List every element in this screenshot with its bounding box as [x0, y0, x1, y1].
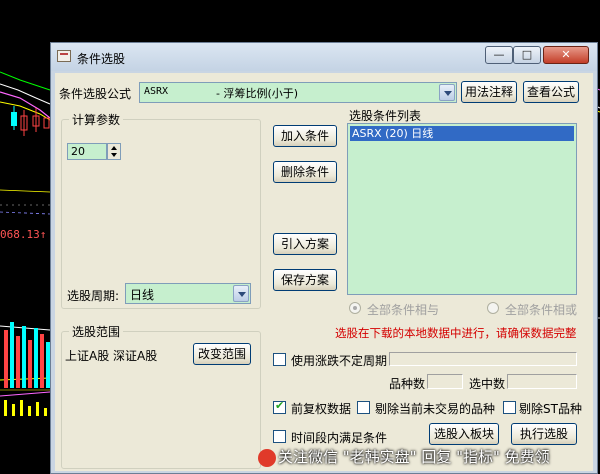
selected-field [507, 374, 577, 389]
maximize-button[interactable]: □ [513, 46, 541, 64]
save-plan-button[interactable]: 保存方案 [273, 269, 337, 291]
condition-list[interactable]: ASRX (20) 日线 [347, 123, 577, 295]
limit-period-field [389, 352, 577, 366]
usage-notes-button[interactable]: 用法注释 [461, 81, 517, 103]
import-plan-button[interactable]: 引入方案 [273, 233, 337, 255]
data-notice: 选股在下载的本地数据中进行，请确保数据完整 [335, 326, 577, 340]
spin-down-icon[interactable] [111, 153, 117, 157]
count-field [427, 374, 463, 389]
formula-combo[interactable]: ASRX - 浮筹比例(小于) [139, 82, 457, 103]
count-label: 品种数 [389, 377, 426, 391]
radio-or[interactable] [487, 302, 499, 314]
spin-up-icon[interactable] [111, 146, 117, 150]
calc-params-title: 计算参数 [69, 111, 124, 128]
exclude-no-trade-checkbox[interactable] [357, 401, 370, 414]
time-range-checkbox[interactable] [273, 430, 286, 443]
limit-period-checkbox[interactable] [273, 353, 286, 366]
price-arrow: ↑ [39, 228, 47, 241]
add-condition-button[interactable]: 加入条件 [273, 125, 337, 147]
formula-desc: - 浮筹比例(小于) [216, 87, 299, 100]
execute-select-button[interactable]: 执行选股 [511, 423, 577, 445]
exclude-no-trade-label: 剔除当前未交易的品种 [375, 402, 496, 416]
select-to-block-button[interactable]: 选股入板块 [429, 423, 499, 445]
exclude-st-label: 剔除ST品种 [519, 402, 582, 416]
stock-range-value: 上证A股 深证A股 [65, 349, 158, 363]
radio-and-label: 全部条件相与 [367, 303, 440, 317]
chevron-down-icon[interactable] [439, 84, 455, 101]
limit-period-label: 使用涨跌不定周期 [291, 354, 388, 368]
formula-label: 条件选股公式 [59, 87, 132, 101]
period-label: 选股周期: [67, 289, 120, 303]
wechat-logo-icon [258, 449, 276, 467]
dialog-client-area: 条件选股公式 ASRX - 浮筹比例(小于) 用法注释 查看公式 计算参数 20… [55, 73, 593, 471]
param-spin-input[interactable]: 20 [67, 143, 107, 160]
radio-or-label: 全部条件相或 [505, 303, 578, 317]
stock-range-title: 选股范围 [69, 323, 124, 340]
change-range-button[interactable]: 改变范围 [193, 343, 251, 365]
app-icon [57, 50, 71, 62]
radio-and[interactable] [349, 302, 361, 314]
dialog-title: 条件选股 [77, 52, 126, 66]
list-item[interactable]: ASRX (20) 日线 [350, 126, 574, 141]
spin-buttons[interactable] [107, 143, 121, 160]
time-range-label: 时间段内满足条件 [291, 431, 388, 445]
watermark: 关注微信 "老韩实盘" 回复 "指标" 免费领 [258, 446, 550, 474]
dialog-titlebar[interactable]: 条件选股 — □ ✕ [51, 43, 597, 71]
chevron-down-icon[interactable] [233, 285, 249, 302]
condition-list-title: 选股条件列表 [349, 109, 422, 123]
view-formula-button[interactable]: 查看公式 [523, 81, 579, 103]
pre-adjust-checkbox[interactable] [273, 399, 286, 414]
param-spin-value: 20 [71, 145, 85, 158]
exclude-st-checkbox[interactable] [503, 401, 516, 414]
watermark-text: 关注微信 "老韩实盘" 回复 "指标" 免费领 [278, 448, 550, 466]
delete-condition-button[interactable]: 删除条件 [273, 161, 337, 183]
price-level-label: 068.13↑ [0, 228, 46, 241]
close-button[interactable]: ✕ [543, 46, 589, 64]
period-combo[interactable]: 日线 [125, 283, 251, 304]
period-value: 日线 [130, 288, 155, 302]
price-value: 068.13 [0, 228, 40, 241]
minimize-button[interactable]: — [485, 46, 513, 64]
condition-select-dialog: 条件选股 — □ ✕ 条件选股公式 ASRX - 浮筹比例(小于) 用法注释 查… [50, 42, 598, 474]
selected-label: 选中数 [469, 377, 506, 391]
formula-code: ASRX [144, 86, 169, 97]
pre-adjust-label: 前复权数据 [291, 402, 352, 416]
